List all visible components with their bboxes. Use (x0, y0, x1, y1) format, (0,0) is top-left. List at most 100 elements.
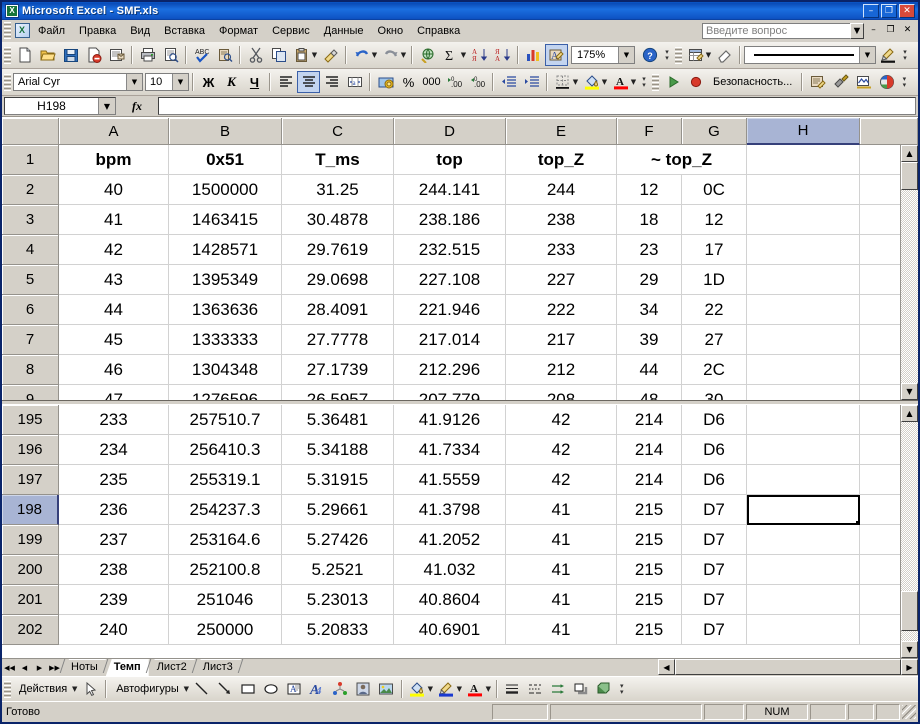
drawing-toolbar-overflow[interactable]: ▾ ▾ (616, 678, 628, 700)
drawing-toolbar-grip[interactable] (4, 680, 11, 698)
cell-f4[interactable]: 23 (617, 235, 682, 265)
font-color-icon[interactable]: A (609, 71, 632, 93)
row-header-195[interactable]: 195 (2, 405, 59, 435)
cell-a7[interactable]: 45 (59, 325, 169, 355)
diagram-icon[interactable] (329, 678, 352, 700)
cell-c3[interactable]: 30.4878 (282, 205, 394, 235)
draw-actions-dropdown-icon[interactable]: ▼ (70, 685, 79, 693)
cell-e1[interactable]: top_Z (506, 145, 617, 175)
cell-g6[interactable]: 22 (682, 295, 747, 325)
menu-format[interactable]: Формат (212, 22, 265, 40)
menu-file[interactable]: Файл (31, 22, 72, 40)
cell-c6[interactable]: 28.4091 (282, 295, 394, 325)
insert-hyperlink-icon[interactable] (416, 44, 439, 66)
cell-b4[interactable]: 1428571 (169, 235, 282, 265)
cell-b9[interactable]: 1276596 (169, 385, 282, 400)
cell-c1[interactable]: T_ms (282, 145, 394, 175)
format-painter-icon[interactable] (319, 44, 342, 66)
sort-descending-icon[interactable]: ЯA (491, 44, 514, 66)
cell-h197[interactable] (747, 465, 860, 495)
align-right-icon[interactable] (320, 71, 343, 93)
column-header-g[interactable]: G (682, 118, 747, 145)
cell-f202[interactable]: 215 (617, 615, 682, 645)
shadow-style-icon[interactable] (570, 678, 593, 700)
cell-d4[interactable]: 232.515 (394, 235, 506, 265)
cell-h7[interactable] (747, 325, 860, 355)
rectangle-icon[interactable] (237, 678, 260, 700)
cell-a5[interactable]: 43 (59, 265, 169, 295)
cell-b2[interactable]: 1500000 (169, 175, 282, 205)
cell-c199[interactable]: 5.27426 (282, 525, 394, 555)
name-box[interactable]: H198 ▼ (4, 97, 116, 115)
line-icon[interactable] (191, 678, 214, 700)
cell-h4[interactable] (747, 235, 860, 265)
cell-c200[interactable]: 5.2521 (282, 555, 394, 585)
line-color-icon[interactable] (435, 678, 458, 700)
row-header-5[interactable]: 5 (2, 265, 59, 295)
decrease-decimal-icon[interactable]: .00 0 (466, 71, 489, 93)
sheet-tab-list2[interactable]: Лист2 (148, 659, 195, 676)
vb-toolbar-overflow[interactable]: ▾ ▾ (898, 71, 910, 93)
formatting-toolbar-overflow[interactable]: ▾ ▾ (638, 71, 650, 93)
bottom-pane-vscrollbar[interactable]: ▲ ▼ (900, 405, 918, 658)
cell-e202[interactable]: 41 (506, 615, 617, 645)
cell-f6[interactable]: 34 (617, 295, 682, 325)
cell-e200[interactable]: 41 (506, 555, 617, 585)
row-header-202[interactable]: 202 (2, 615, 59, 645)
cell-d196[interactable]: 41.7334 (394, 435, 506, 465)
cell-f9[interactable]: 48 (617, 385, 682, 400)
formula-input[interactable] (158, 97, 916, 115)
row-header-197[interactable]: 197 (2, 465, 59, 495)
resize-grip[interactable] (902, 705, 916, 719)
clip-art-icon[interactable] (352, 678, 375, 700)
cell-e197[interactable]: 42 (506, 465, 617, 495)
doc-minimize-button[interactable]: – (866, 23, 881, 38)
security-button[interactable]: Безопасность... (707, 76, 798, 88)
row-header-3[interactable]: 3 (2, 205, 59, 235)
row-header-198[interactable]: 198 (2, 495, 59, 525)
line-style-dropdown-icon[interactable]: ▼ (859, 47, 875, 63)
cell-h1[interactable] (747, 145, 860, 175)
cell-c202[interactable]: 5.20833 (282, 615, 394, 645)
dash-style-icon[interactable] (524, 678, 547, 700)
cell-h201[interactable] (747, 585, 860, 615)
top-pane-vscrollbar[interactable]: ▲ ▼ (900, 145, 918, 400)
cell-g195[interactable]: D6 (682, 405, 747, 435)
oval-icon[interactable] (260, 678, 283, 700)
autosum-icon[interactable]: Σ (439, 44, 462, 66)
cell-g199[interactable]: D7 (682, 525, 747, 555)
tab-first-button[interactable]: ◀◀ (2, 660, 17, 675)
list-insert-icon[interactable] (684, 44, 707, 66)
permission-icon[interactable] (82, 44, 105, 66)
column-header-a[interactable]: A (59, 118, 169, 145)
draw-actions-menu[interactable]: Действия (13, 683, 73, 695)
cell-d5[interactable]: 227.108 (394, 265, 506, 295)
ask-a-question-dropdown[interactable]: ▼ (850, 22, 864, 39)
standard-toolbar-overflow[interactable]: ▾ ▾ (661, 44, 673, 66)
cell-c196[interactable]: 5.34188 (282, 435, 394, 465)
comma-style-button[interactable]: 000 (420, 71, 443, 93)
top-pane-scroll-down-button[interactable]: ▼ (901, 383, 918, 400)
active-cell-h198[interactable] (747, 495, 860, 525)
cell-a3[interactable]: 41 (59, 205, 169, 235)
cell-b197[interactable]: 255319.1 (169, 465, 282, 495)
cell-g2[interactable]: 0C (682, 175, 747, 205)
copy-icon[interactable] (267, 44, 290, 66)
run-macro-icon[interactable] (661, 71, 684, 93)
cell-g200[interactable]: D7 (682, 555, 747, 585)
cell-d1[interactable]: top (394, 145, 506, 175)
cell-b5[interactable]: 1395349 (169, 265, 282, 295)
3d-style-icon[interactable] (593, 678, 616, 700)
cell-g198[interactable]: D7 (682, 495, 747, 525)
cell-c2[interactable]: 31.25 (282, 175, 394, 205)
menubar-grip[interactable] (4, 22, 11, 39)
cell-b8[interactable]: 1304348 (169, 355, 282, 385)
text-box-icon[interactable]: A (283, 678, 306, 700)
chart-wizard-icon[interactable] (522, 44, 545, 66)
cell-h3[interactable] (747, 205, 860, 235)
percent-style-button[interactable]: % (397, 71, 420, 93)
cell-d195[interactable]: 41.9126 (394, 405, 506, 435)
cut-scissors-icon[interactable] (244, 44, 267, 66)
menu-edit[interactable]: Правка (72, 22, 123, 40)
cell-d6[interactable]: 221.946 (394, 295, 506, 325)
